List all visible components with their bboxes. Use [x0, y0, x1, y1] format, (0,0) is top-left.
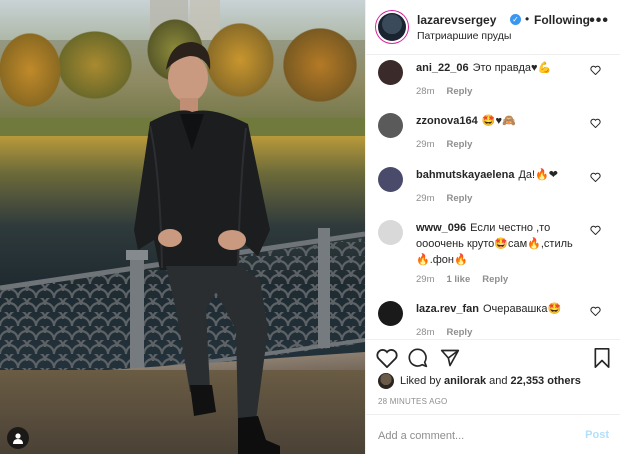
likes-prefix: Liked by	[400, 375, 441, 387]
heart-icon[interactable]	[590, 225, 601, 235]
comment-item: ani_22_06 Это правда♥💪 28m Reply	[366, 55, 620, 107]
verified-icon: ✓	[510, 14, 521, 25]
reply-button[interactable]: Reply	[446, 193, 472, 204]
post-comment-button[interactable]: Post	[585, 429, 609, 441]
heart-icon[interactable]	[590, 65, 601, 75]
comment-meta: 29m 1 like Reply	[416, 274, 520, 285]
comment-text-row: bahmutskayaelena Да!🔥❤	[416, 167, 586, 183]
comment-avatar[interactable]	[378, 220, 403, 245]
comment-text: 🤩♥🙈	[481, 115, 516, 127]
comment-username[interactable]: laza.rev_fan	[416, 303, 479, 315]
bookmark-icon[interactable]	[593, 348, 611, 368]
author-avatar[interactable]	[378, 13, 406, 41]
comment-text-row: laza.rev_fan Очеравашка🤩	[416, 301, 586, 317]
photo-person	[134, 42, 280, 454]
comment-input[interactable]	[376, 425, 570, 447]
post-timestamp[interactable]: 28 MINUTES AGO	[378, 397, 447, 406]
post-photo[interactable]	[0, 0, 365, 454]
comment-item: laza.rev_fan Очеравашка🤩 28m Reply	[366, 296, 620, 338]
liker-avatar[interactable]	[378, 373, 394, 389]
instagram-post: lazarevsergey ✓ • Following Патриаршие п…	[0, 0, 620, 454]
post-side-panel: lazarevsergey ✓ • Following Патриаршие п…	[365, 0, 620, 454]
reply-button[interactable]: Reply	[446, 139, 472, 150]
more-icon[interactable]: •••	[589, 12, 609, 30]
user-tag-button[interactable]	[7, 427, 29, 449]
comment-time: 29m	[416, 139, 435, 150]
likes-and: and	[489, 375, 508, 387]
comment-likes[interactable]: 1 like	[446, 274, 470, 285]
comment-item: zzonova164 🤩♥🙈 29m Reply	[366, 108, 620, 160]
comment-username[interactable]: zzonova164	[416, 115, 478, 127]
comment-text-row: www_096 Если честно ,то оооочень круто🤩са…	[416, 220, 586, 268]
reply-button[interactable]: Reply	[446, 327, 472, 338]
comment-meta: 28m Reply	[416, 86, 484, 97]
comments-list: ani_22_06 Это правда♥💪 28m Reply zzonova16…	[366, 55, 620, 338]
author-username[interactable]: lazarevsergey	[417, 13, 496, 27]
comment-meta: 28m Reply	[416, 327, 484, 338]
comment-avatar[interactable]	[378, 301, 403, 326]
comment-username[interactable]: www_096	[416, 222, 466, 234]
comment-time: 28m	[416, 86, 435, 97]
post-location[interactable]: Патриаршие пруды	[417, 30, 511, 42]
comment-time: 29m	[416, 193, 435, 204]
reply-button[interactable]: Reply	[446, 86, 472, 97]
comment-meta: 29m Reply	[416, 193, 484, 204]
comment-avatar[interactable]	[378, 60, 403, 85]
liker-username[interactable]: anilorak	[444, 375, 486, 387]
comment-item: bahmutskayaelena Да!🔥❤ 29m Reply	[366, 162, 620, 214]
comment-time: 28m	[416, 327, 435, 338]
heart-icon[interactable]	[590, 118, 601, 128]
comment-item: www_096 Если честно ,то оооочень круто🤩са…	[366, 215, 620, 295]
heart-icon[interactable]	[376, 348, 398, 368]
user-tag-icon	[13, 433, 23, 444]
likes-count[interactable]: 22,353 others	[511, 375, 581, 387]
header-separator: •	[525, 12, 530, 26]
following-button[interactable]: Following	[534, 13, 590, 27]
comment-text: Очеравашка🤩	[482, 303, 562, 315]
heart-icon[interactable]	[590, 306, 601, 316]
comment-avatar[interactable]	[378, 113, 403, 138]
comment-text: Да!🔥❤	[518, 169, 558, 181]
comment-time: 29m	[416, 274, 435, 285]
comment-avatar[interactable]	[378, 167, 403, 192]
post-header: lazarevsergey ✓ • Following Патриаршие п…	[366, 0, 620, 55]
comment-username[interactable]: bahmutskayaelena	[416, 169, 514, 181]
comment-text-row: zzonova164 🤩♥🙈	[416, 113, 586, 129]
share-icon[interactable]	[440, 348, 460, 368]
add-comment-bar: Post	[366, 414, 620, 455]
likes-summary: Liked by anilorak and 22,353 others	[378, 373, 584, 389]
heart-icon[interactable]	[590, 172, 601, 182]
comment-username[interactable]: ani_22_06	[416, 62, 469, 74]
comment-icon[interactable]	[408, 348, 428, 368]
comment-text-row: ani_22_06 Это правда♥💪	[416, 60, 586, 76]
comment-text: Это правда♥💪	[472, 62, 552, 74]
reply-button[interactable]: Reply	[482, 274, 508, 285]
comment-meta: 29m Reply	[416, 139, 484, 150]
